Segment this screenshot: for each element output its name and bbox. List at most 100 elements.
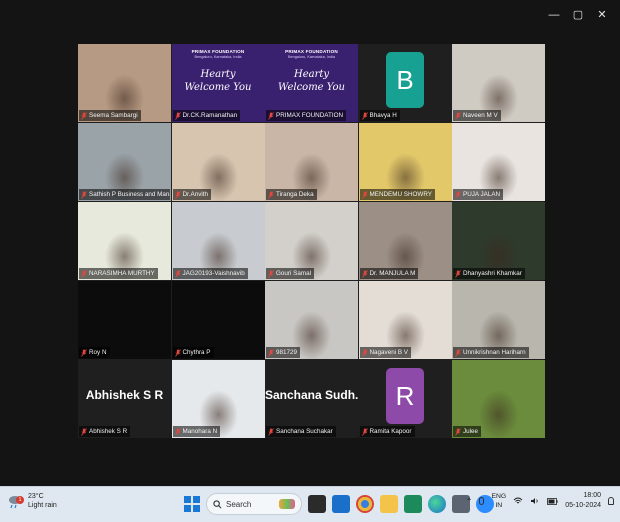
participant-name-tag: Sathish P Business and Manage <box>79 189 170 200</box>
muted-mic-icon <box>174 348 181 357</box>
participant-tile[interactable]: R Ramita Kapoor <box>358 360 452 438</box>
participant-tile[interactable]: Julee <box>452 360 545 438</box>
participant-tile[interactable]: PRIMAX FOUNDATION Bengaluru, Karnataka, I… <box>265 44 358 122</box>
participant-name-tag: Sanchana Suchakar <box>266 426 336 437</box>
microsoft-store-icon[interactable] <box>332 495 350 513</box>
participant-name: Julee <box>463 428 479 435</box>
weather-widget[interactable]: 1 23°C Light rain <box>6 492 57 510</box>
chrome-icon[interactable] <box>356 495 374 513</box>
windows-start-icon[interactable] <box>184 496 200 512</box>
muted-mic-icon <box>455 111 461 120</box>
muted-mic-icon <box>81 348 87 357</box>
wifi-icon[interactable] <box>513 497 523 505</box>
participant-name: MENDEMU SHOWRY <box>369 191 433 198</box>
participant-tile[interactable]: JAG20193-Vaishnavib <box>171 202 265 280</box>
task-view-icon[interactable] <box>308 495 326 513</box>
maximize-button[interactable]: ▢ <box>566 6 590 24</box>
windows-taskbar: 1 23°C Light rain Search ⌃ ENG IN 18:00 … <box>0 486 620 522</box>
muted-mic-icon <box>174 427 181 436</box>
participant-name-tag: PRIMAX FOUNDATION <box>266 110 347 121</box>
chevron-up-icon[interactable]: ⌃ <box>466 497 473 506</box>
participant-tile[interactable]: Naveen M V <box>452 44 545 122</box>
participant-tile[interactable]: 981729 <box>265 281 358 359</box>
participant-gallery: Seema Sambargi PRIMAX FOUNDATION Bengaluru… <box>78 44 545 438</box>
participant-name-tag: Nagaveni B V <box>359 347 412 358</box>
participant-name: Abhishek S R <box>89 428 128 435</box>
participant-tile[interactable]: Nagaveni B V <box>358 281 452 359</box>
close-button[interactable]: ✕ <box>590 6 614 24</box>
participant-name: 981729 <box>276 349 298 356</box>
participant-tile[interactable]: B Bhavya H <box>358 44 452 122</box>
participant-name-tag: Dhanyashri Khamkar <box>453 268 525 279</box>
participant-name: Chythra P <box>182 349 211 356</box>
muted-mic-icon <box>81 427 87 436</box>
edge-icon[interactable] <box>428 495 446 513</box>
participant-tile[interactable]: Dr. MANJULA M <box>358 202 452 280</box>
muted-mic-icon <box>455 269 461 278</box>
battery-icon[interactable] <box>547 497 558 505</box>
participant-name: Manohara N <box>182 428 218 435</box>
participant-tile[interactable]: Sathish P Business and Manage <box>78 123 171 201</box>
clock[interactable]: 18:00 05-10-2024 <box>565 491 601 511</box>
muted-mic-icon <box>81 111 87 120</box>
muted-mic-icon <box>174 190 181 199</box>
system-tray: ⌃ ENG IN 18:00 05-10-2024 <box>466 491 614 511</box>
participant-tile[interactable]: Dr.Anvith <box>171 123 265 201</box>
participant-tile[interactable]: Chythra P <box>171 281 265 359</box>
participant-name-tag: Naveen M V <box>453 110 501 121</box>
participant-tile[interactable]: Dhanyashri Khamkar <box>452 202 545 280</box>
file-explorer-icon[interactable] <box>380 495 398 513</box>
participant-name: Naveen M V <box>463 112 498 119</box>
muted-mic-icon <box>174 269 181 278</box>
participant-name: Sanchana Suchakar <box>276 428 333 435</box>
muted-mic-icon <box>361 190 368 199</box>
muted-mic-icon <box>361 348 368 357</box>
language-indicator[interactable]: ENG IN <box>491 492 506 510</box>
participant-tile[interactable]: Roy N <box>78 281 171 359</box>
participant-name-tag: Seema Sambargi <box>79 110 141 121</box>
muted-mic-icon <box>361 269 368 278</box>
muted-mic-icon <box>268 269 274 278</box>
participant-name: Gouri Samal <box>276 270 311 277</box>
participant-tile[interactable]: Sanchana Sudh... Sanchana Suchakar <box>265 360 358 438</box>
participant-name-tag: Roy N <box>79 347 110 358</box>
participant-tile[interactable]: PRIMAX FOUNDATION Bengaluru, Karnataka, I… <box>171 44 265 122</box>
participant-tile[interactable]: NARASIMHA MURTHY <box>78 202 171 280</box>
notification-icon[interactable] <box>608 497 614 505</box>
banner-place: Bengaluru, Karnataka, India <box>194 55 242 59</box>
participant-name: NARASIMHA MURTHY <box>89 270 155 277</box>
minimize-button[interactable]: — <box>542 6 566 24</box>
taskbar-search-box[interactable]: Search <box>206 493 302 515</box>
muted-mic-icon <box>361 111 368 120</box>
video-meeting-window: — ▢ ✕ Seema Sambargi PRIMAX FOUNDATION Ben… <box>0 0 620 486</box>
muted-mic-icon <box>455 348 461 357</box>
muted-mic-icon <box>174 111 181 120</box>
participant-tile[interactable]: Tiranga Deka <box>265 123 358 201</box>
participant-tile[interactable]: Manohara N <box>171 360 265 438</box>
banner-welcome-line1: Hearty <box>200 69 236 80</box>
participant-name-tag: MENDEMU SHOWRY <box>359 189 436 200</box>
participant-name: PUJA JALAN <box>463 191 501 198</box>
participant-name: Bhavya H <box>369 112 397 119</box>
participant-tile[interactable]: Seema Sambargi <box>78 44 171 122</box>
language-code: ENG <box>491 493 507 500</box>
participant-tile[interactable]: Gouri Samal <box>265 202 358 280</box>
microphone-icon[interactable] <box>479 497 485 505</box>
participant-name-tag: Ramita Kapoor <box>359 426 415 437</box>
participant-tile[interactable]: MENDEMU SHOWRY <box>358 123 452 201</box>
green-app-icon[interactable] <box>404 495 422 513</box>
banner-org: PRIMAX FOUNDATION <box>285 49 338 54</box>
participant-name-tag: Julee <box>453 426 482 437</box>
window-controls: — ▢ ✕ <box>542 6 614 24</box>
speaker-icon[interactable] <box>530 497 540 505</box>
participant-name-tag: 981729 <box>266 347 301 358</box>
banner-welcome: Hearty Welcome You <box>265 68 358 94</box>
clock-time: 18:00 <box>583 492 601 499</box>
participant-tile[interactable]: PUJA JALAN <box>452 123 545 201</box>
participant-tile[interactable]: Abhishek S R Abhishek S R <box>78 360 171 438</box>
participant-name: Sathish P Business and Manage <box>89 191 170 198</box>
banner-welcome-line2: Welcome You <box>184 82 252 93</box>
muted-mic-icon <box>81 269 87 278</box>
participant-name: Dr.CK.Ramanathan <box>182 112 238 119</box>
participant-tile[interactable]: Unnikrishnan Hariharn <box>452 281 545 359</box>
